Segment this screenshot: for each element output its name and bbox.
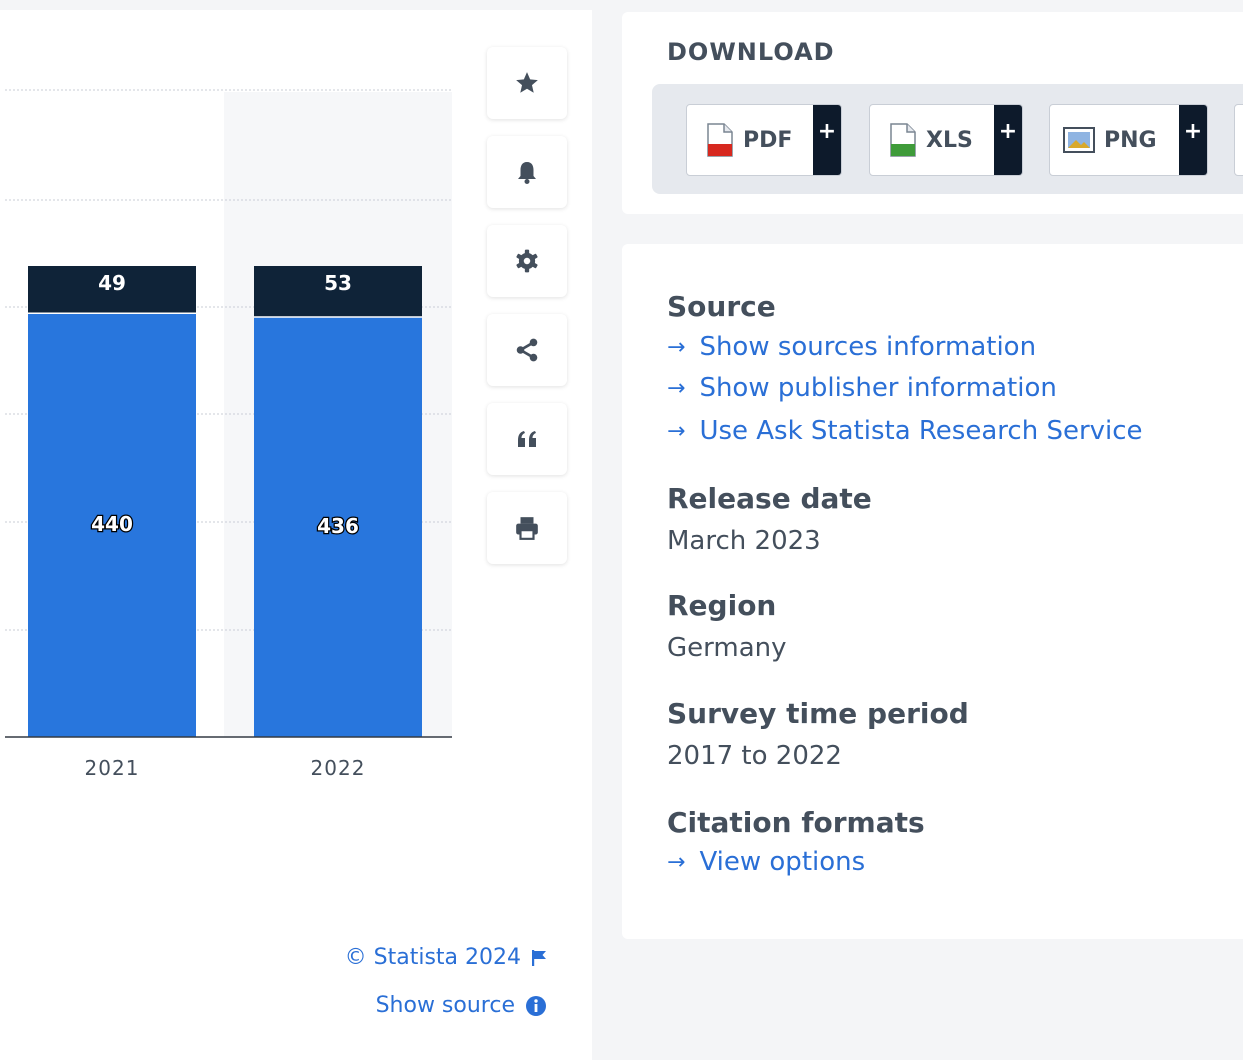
notification-button[interactable] (487, 136, 567, 208)
download-pdf-button[interactable]: PDF + (686, 104, 842, 176)
research-service-link[interactable]: → Use Ask Statista Research Service (667, 416, 1143, 446)
xls-label: XLS (926, 127, 973, 153)
source-heading: Source (667, 290, 776, 323)
region-heading: Region (667, 589, 777, 622)
gear-icon (516, 249, 538, 273)
download-options: PDF + XLS + PNG + (652, 84, 1243, 194)
bell-icon (518, 162, 536, 184)
cite-button[interactable] (487, 403, 567, 475)
share-icon (516, 338, 538, 362)
view-options-text: View options (699, 847, 866, 877)
arrow-right-icon: → (667, 334, 686, 360)
xls-plus[interactable]: + (994, 105, 1022, 175)
pdf-plus[interactable]: + (813, 105, 841, 175)
star-icon (516, 72, 538, 93)
survey-period-heading: Survey time period (667, 697, 969, 730)
info-icon (526, 995, 546, 1016)
copyright-credit[interactable]: © Statista 2024 (345, 945, 547, 970)
png-image-icon (1063, 127, 1095, 153)
download-card: DOWNLOAD PDF + XLS + PNG + (622, 12, 1243, 214)
show-publisher-link[interactable]: → Show publisher information (667, 373, 1057, 403)
survey-period-value: 2017 to 2022 (667, 741, 842, 771)
download-more-button[interactable] (1234, 104, 1243, 176)
download-xls-button[interactable]: XLS + (869, 104, 1023, 176)
research-service-text: Use Ask Statista Research Service (699, 416, 1143, 446)
xls-file-icon (890, 123, 916, 157)
png-plus[interactable]: + (1179, 105, 1207, 175)
favorite-button[interactable] (487, 47, 567, 119)
show-source-link[interactable]: Show source (376, 993, 547, 1018)
print-icon (516, 517, 538, 540)
arrow-right-icon: → (667, 418, 686, 444)
release-date-heading: Release date (667, 482, 872, 515)
print-button[interactable] (487, 492, 567, 564)
arrow-right-icon: → (667, 375, 686, 401)
download-png-button[interactable]: PNG + (1049, 104, 1208, 176)
show-publisher-text: Show publisher information (699, 373, 1057, 403)
flag-icon (532, 949, 546, 966)
chart-panel: 440 49 2021 436 53 2022 © Statista 2024 … (0, 10, 592, 1060)
data-label: 436 (317, 514, 359, 538)
data-label: 440 (91, 512, 133, 536)
png-label: PNG (1104, 127, 1157, 153)
region-value: Germany (667, 633, 787, 663)
data-label: 53 (324, 271, 352, 295)
release-date-value: March 2023 (667, 526, 821, 556)
pdf-label: PDF (743, 127, 793, 153)
x-tick-label: 2021 (85, 756, 140, 780)
pdf-file-icon (707, 123, 733, 157)
arrow-right-icon: → (667, 849, 686, 875)
statistic-details-card: Source → Show sources information → Show… (622, 244, 1243, 939)
view-options-link[interactable]: → View options (667, 847, 865, 877)
show-source-text: Show source (375, 993, 515, 1018)
data-label: 49 (98, 271, 126, 295)
x-tick-label: 2022 (311, 756, 366, 780)
download-title: DOWNLOAD (667, 38, 835, 66)
show-sources-link[interactable]: → Show sources information (667, 332, 1036, 362)
share-button[interactable] (487, 314, 567, 386)
show-sources-text: Show sources information (699, 332, 1037, 362)
quote-icon (518, 431, 536, 447)
citation-formats-heading: Citation formats (667, 806, 925, 839)
copyright-text: © Statista 2024 (344, 945, 521, 970)
settings-button[interactable] (487, 225, 567, 297)
